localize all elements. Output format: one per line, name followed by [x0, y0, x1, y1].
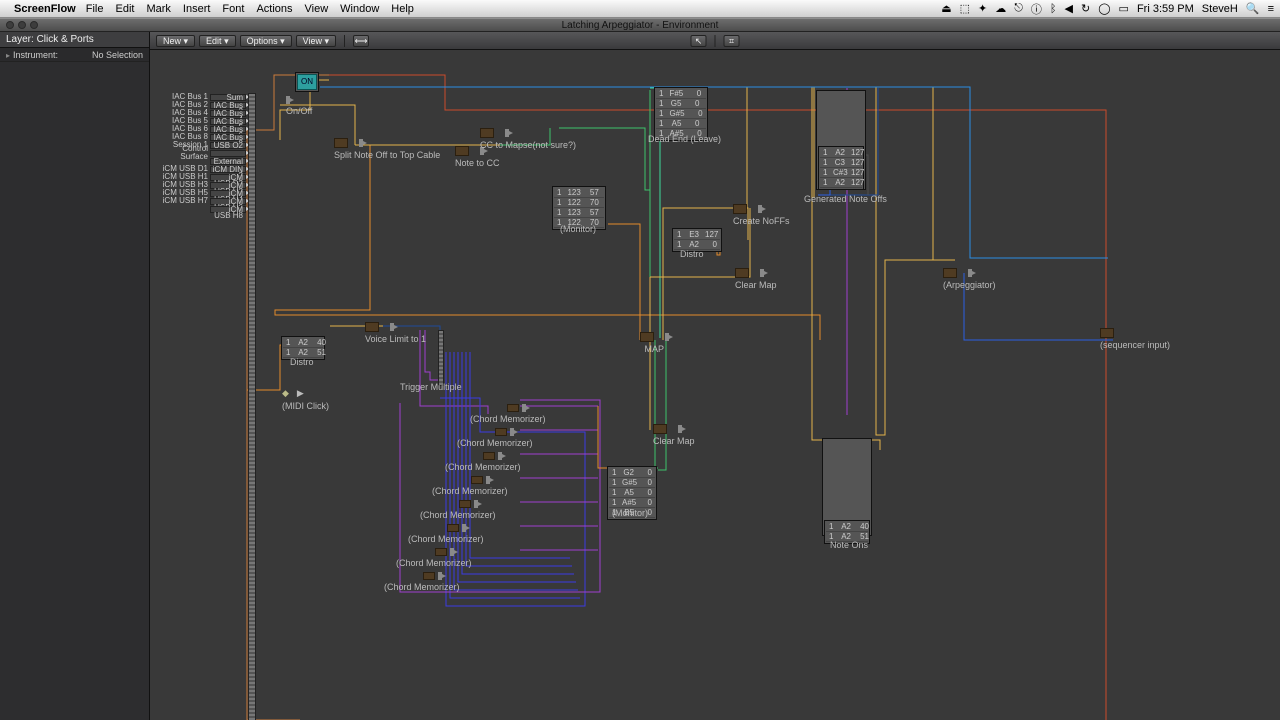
mac-menubar: ScreenFlow File Edit Mark Insert Font Ac… — [0, 0, 1280, 18]
volume-icon[interactable]: ◀ — [1065, 2, 1073, 15]
trigger-multiple-strip[interactable] — [438, 330, 444, 386]
clock[interactable]: Fri 3:59 PM — [1137, 3, 1194, 15]
toolbar-link-icon[interactable]: ⟷ — [353, 35, 369, 47]
physical-input-list: IAC Bus 1Sum▸IAC Bus 2IAC Bus 2▸IAC Bus … — [154, 93, 252, 213]
user-name[interactable]: SteveH — [1202, 3, 1238, 15]
status-icon[interactable]: ✦ — [978, 2, 987, 15]
chord-memorizer-label: (Chord Memorizer) — [420, 510, 496, 520]
chord-memorizer-object[interactable] — [459, 498, 478, 509]
vertical-ruler — [248, 93, 256, 720]
map-object[interactable]: MAP — [640, 332, 669, 354]
createnoffs-object[interactable]: Create NoFFs — [733, 204, 790, 226]
toolbar-new[interactable]: New ▾ — [156, 35, 195, 47]
menu-help[interactable]: Help — [391, 3, 414, 15]
menu-actions[interactable]: Actions — [256, 3, 292, 15]
clearmap1-object[interactable]: Clear Map — [735, 268, 777, 290]
toolbar-edit[interactable]: Edit ▾ — [199, 35, 236, 47]
output-pin[interactable] — [286, 96, 290, 104]
chord-memorizer-object[interactable] — [435, 546, 454, 557]
voicelimit-object[interactable]: Voice Limit to 1 — [365, 322, 426, 344]
bluetooth-icon[interactable]: ᛒ — [1050, 3, 1057, 15]
onoff-button[interactable]: ON — [297, 74, 317, 90]
chord-memorizer-object[interactable] — [483, 450, 502, 461]
menu-edit[interactable]: Edit — [115, 3, 134, 15]
inspector-panel: Layer: Click & Ports Instrument: No Sele… — [0, 32, 150, 720]
menu-view[interactable]: View — [305, 3, 329, 15]
window-title: Latching Arpeggiator - Environment — [562, 20, 719, 31]
chord-memorizer-object[interactable] — [471, 474, 490, 485]
arpeggiator-object[interactable]: (Arpeggiator) — [943, 268, 996, 290]
chord-memorizer-label: (Chord Memorizer) — [470, 414, 546, 424]
chord-memorizer-label: (Chord Memorizer) — [457, 438, 533, 448]
close-button[interactable] — [6, 21, 14, 29]
spotlight-icon[interactable]: 🔍 — [1246, 2, 1260, 15]
chord-memorizer-label: (Chord Memorizer) — [408, 534, 484, 544]
chord-memorizer-label: (Chord Memorizer) — [445, 462, 521, 472]
chord-memorizer-label: (Chord Memorizer) — [396, 558, 472, 568]
menu-file[interactable]: File — [86, 3, 104, 15]
environment-workspace[interactable]: New ▾ Edit ▾ Options ▾ View ▾ ⟷ ↖ ⌗ — [150, 32, 1280, 720]
battery-icon[interactable]: ◯ — [1098, 2, 1110, 15]
chord-memorizer-object[interactable] — [423, 570, 442, 581]
midiclick-object[interactable]: ◆▶ (MIDI Click) — [282, 388, 329, 411]
onoff-object[interactable]: ON — [295, 72, 319, 92]
environment-canvas[interactable]: IAC Bus 1Sum▸IAC Bus 2IAC Bus 2▸IAC Bus … — [150, 50, 1280, 720]
toolbar-view[interactable]: View ▾ — [296, 35, 336, 47]
sync-icon[interactable]: ↻ — [1081, 2, 1090, 15]
gennoteoffs-monitor[interactable]: 1A21271C31271C#31271A2127 — [818, 146, 864, 190]
status-icon[interactable]: ☁ — [995, 2, 1006, 15]
onoff-label: On/Off — [286, 106, 312, 116]
minimize-button[interactable] — [18, 21, 26, 29]
status-icon[interactable]: ⓘ — [1031, 1, 1042, 17]
list-icon[interactable]: ≡ — [1268, 3, 1274, 15]
display-icon[interactable]: ▭ — [1119, 2, 1129, 15]
instrument-row[interactable]: Instrument: No Selection — [0, 48, 149, 62]
cables — [150, 50, 1280, 720]
clearmap2-object[interactable]: Clear Map — [653, 424, 695, 446]
chord-memorizer-object[interactable] — [447, 522, 466, 533]
status-icon[interactable]: ⎋ — [1014, 2, 1023, 15]
chord-memorizer-label: (Chord Memorizer) — [432, 486, 508, 496]
menu-font[interactable]: Font — [222, 3, 244, 15]
environment-toolbar: New ▾ Edit ▾ Options ▾ View ▾ ⟷ ↖ ⌗ — [150, 32, 1280, 50]
status-icon[interactable]: ⬚ — [960, 2, 970, 15]
seqinput-object[interactable]: (sequencer input) — [1100, 328, 1170, 350]
pointer-tool[interactable]: ↖ — [691, 35, 707, 47]
layers-tool[interactable]: ⌗ — [724, 35, 740, 47]
menu-window[interactable]: Window — [340, 3, 379, 15]
menu-mark[interactable]: Mark — [146, 3, 170, 15]
menu-insert[interactable]: Insert — [183, 3, 211, 15]
status-icon[interactable]: ⏏ — [941, 2, 951, 15]
chord-memorizer-object[interactable] — [495, 426, 514, 437]
zoom-button[interactable] — [30, 21, 38, 29]
toolbar-options[interactable]: Options ▾ — [240, 35, 292, 47]
app-name[interactable]: ScreenFlow — [14, 3, 76, 15]
window-titlebar: Latching Arpeggiator - Environment — [0, 18, 1280, 32]
chord-memorizer-object[interactable] — [507, 402, 526, 413]
chord-memorizer-label: (Chord Memorizer) — [384, 582, 460, 592]
layer-selector[interactable]: Layer: Click & Ports — [0, 32, 149, 48]
cctomap-object[interactable]: CC to Mapse(not sure?) — [480, 128, 576, 150]
splitnote-object[interactable]: Split Note Off to Top Cable — [334, 138, 440, 160]
